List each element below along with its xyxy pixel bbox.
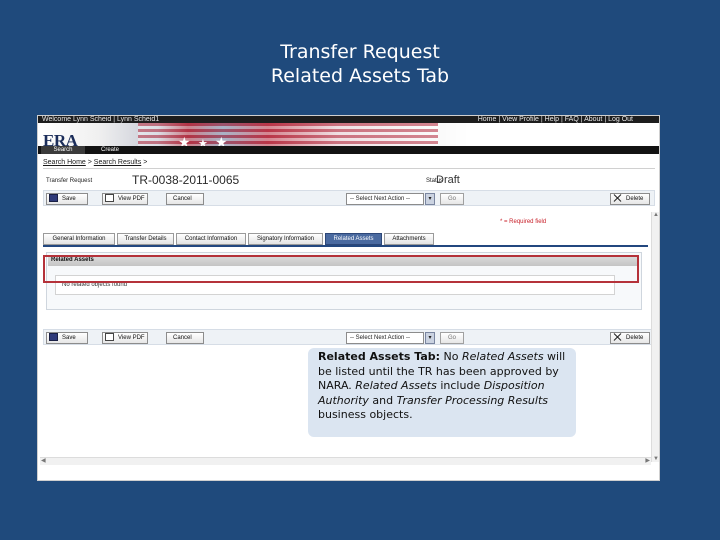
save-button[interactable]: Save — [46, 332, 88, 344]
callout-lead: Related Assets Tab: — [318, 350, 441, 363]
save-icon — [49, 194, 58, 203]
record-number: TR-0038-2011-0065 — [132, 173, 240, 187]
tab-transfer-details[interactable]: Transfer Details — [117, 233, 174, 245]
required-field-note: * = Required field — [500, 219, 547, 225]
close-icon — [613, 333, 622, 341]
delete-button[interactable]: Delete — [610, 193, 650, 205]
next-action-select[interactable]: -- Select Next Action -- — [346, 332, 424, 344]
top-links[interactable]: Home | View Profile | Help | FAQ | About… — [478, 116, 633, 123]
chevron-down-icon[interactable]: ▾ — [425, 332, 435, 344]
next-action-select[interactable]: -- Select Next Action -- — [346, 193, 424, 205]
breadcrumb-tail: > — [141, 159, 148, 166]
go-button[interactable]: Go — [440, 193, 464, 205]
save-icon — [49, 333, 58, 342]
breadcrumb-search-home[interactable]: Search Home — [43, 159, 86, 166]
main-nav: Search Create — [38, 146, 659, 154]
top-bar: Welcome Lynn Scheid | Lynn Scheid1 Home … — [38, 116, 659, 123]
welcome-user-text: Welcome Lynn Scheid | Lynn Scheid1 — [42, 116, 160, 123]
pdf-icon — [105, 333, 114, 342]
go-button[interactable]: Go — [440, 332, 464, 344]
scroll-up-icon[interactable]: ▲ — [653, 212, 659, 218]
view-pdf-button[interactable]: View PDF — [102, 332, 148, 344]
chevron-down-icon[interactable]: ▾ — [425, 193, 435, 205]
tab-related-assets[interactable]: Related Assets — [325, 233, 382, 245]
breadcrumb: Search Home > Search Results > — [43, 159, 147, 166]
tab-underline — [43, 245, 648, 247]
star-icon: ★ — [198, 138, 208, 146]
breadcrumb-separator: > — [85, 159, 94, 166]
slide-title: Transfer Request Related Assets Tab — [0, 40, 720, 88]
view-pdf-button[interactable]: View PDF — [102, 193, 148, 205]
slide-title-line-2: Related Assets Tab — [270, 65, 450, 87]
star-icon: ★ — [178, 134, 191, 146]
nav-create[interactable]: Create — [88, 146, 132, 154]
divider — [43, 168, 655, 169]
vertical-scrollbar[interactable]: ▲ ▼ — [651, 212, 659, 462]
pdf-icon — [105, 194, 114, 203]
tab-contact-information[interactable]: Contact Information — [176, 233, 246, 245]
callout-note: Related Assets Tab: No Related Assets wi… — [308, 348, 576, 437]
era-logo: ERA — [43, 131, 78, 146]
cancel-button[interactable]: Cancel — [166, 332, 204, 344]
tab-general-information[interactable]: General Information — [43, 233, 115, 245]
tab-attachments[interactable]: Attachments — [384, 233, 434, 245]
scroll-left-icon[interactable]: ◀ — [41, 457, 46, 464]
star-icon: ★ — [215, 134, 228, 146]
action-toolbar-top: Save View PDF Cancel -- Select Next Acti… — [43, 190, 655, 206]
action-toolbar-bottom: Save View PDF Cancel -- Select Next Acti… — [43, 329, 655, 345]
close-icon — [613, 194, 622, 202]
slide-title-line-1: Transfer Request — [280, 41, 440, 63]
cancel-button[interactable]: Cancel — [166, 193, 204, 205]
record-type-label: Transfer Request — [46, 178, 93, 184]
delete-button[interactable]: Delete — [610, 332, 650, 344]
scroll-down-icon[interactable]: ▼ — [653, 456, 659, 462]
save-button[interactable]: Save — [46, 193, 88, 205]
breadcrumb-search-results[interactable]: Search Results — [94, 159, 141, 166]
status-value: Draft — [436, 174, 460, 186]
header-banner: ★ ★ ★ ERA — [38, 123, 659, 146]
tab-signatory-information[interactable]: Signatory Information — [248, 233, 323, 245]
horizontal-scrollbar[interactable]: ◀ ▶ — [40, 457, 651, 465]
nav-search[interactable]: Search — [41, 146, 85, 154]
scroll-right-icon[interactable]: ▶ — [645, 457, 650, 464]
highlight-box — [43, 255, 639, 283]
